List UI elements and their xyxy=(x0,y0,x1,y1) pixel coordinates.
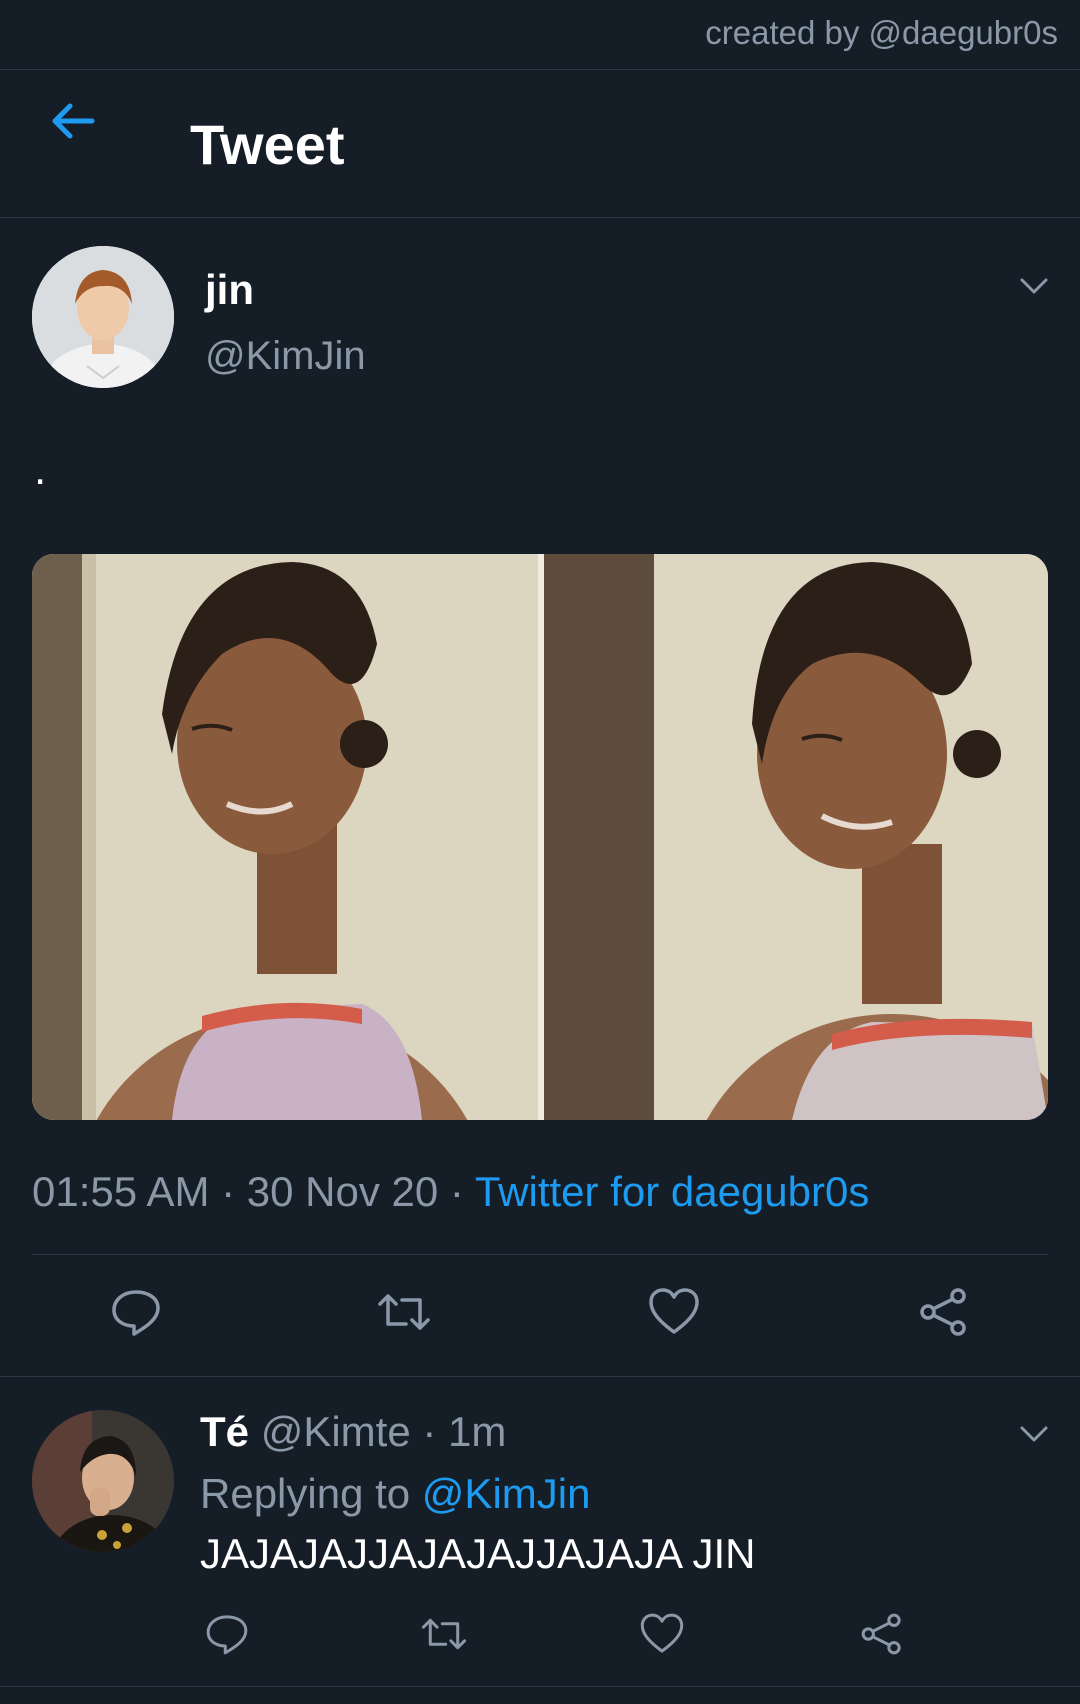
share-icon xyxy=(861,1613,901,1655)
meme-photo xyxy=(32,554,1048,1120)
tweet-source-link[interactable]: Twitter for daegubr0s xyxy=(475,1168,870,1215)
reply-avatar[interactable] xyxy=(32,1410,174,1552)
reply-author-handle[interactable]: @Kimte xyxy=(261,1408,411,1455)
reply-icon xyxy=(206,1615,248,1655)
tweet-menu-button[interactable] xyxy=(1016,268,1052,304)
reply-share-button[interactable] xyxy=(858,1610,906,1658)
reply-tweet[interactable]: Té @Kimte · 1m Replying to @KimJin JAJAJ… xyxy=(0,1378,1080,1678)
avatar-image xyxy=(32,246,174,388)
chevron-down-icon xyxy=(1020,1426,1048,1442)
author-avatar[interactable] xyxy=(32,246,174,388)
tweet-date: 30 Nov 20 xyxy=(246,1168,439,1215)
watermark-credit: created by @daegubr0s xyxy=(705,14,1058,51)
chevron-down-icon xyxy=(1020,278,1048,294)
arrow-left-icon xyxy=(52,103,95,139)
author-handle[interactable]: @KimJin xyxy=(205,334,366,379)
tweet-media[interactable] xyxy=(32,554,1048,1120)
page-title: Tweet xyxy=(190,113,345,176)
retweet-button[interactable] xyxy=(376,1284,432,1340)
reply-retweet-button[interactable] xyxy=(420,1610,468,1658)
divider xyxy=(0,1686,1080,1687)
reply-text: JAJAJAJJAJAJAJJAJAJA JIN xyxy=(200,1530,756,1577)
share-button[interactable] xyxy=(916,1284,972,1340)
tweet-time: 01:55 AM xyxy=(32,1168,210,1215)
reply-header: Té @Kimte · 1m xyxy=(200,1408,506,1456)
meta-separator: · xyxy=(438,1168,475,1215)
like-icon xyxy=(649,1288,699,1334)
retweet-icon xyxy=(421,1618,467,1650)
reply-reply-button[interactable] xyxy=(203,1610,251,1658)
retweet-icon xyxy=(378,1294,430,1330)
back-button[interactable] xyxy=(48,96,98,146)
replying-mention-link[interactable]: @KimJin xyxy=(422,1470,591,1517)
author-name[interactable]: jin xyxy=(205,266,254,314)
replying-to: Replying to @KimJin xyxy=(200,1470,590,1518)
avatar-image xyxy=(32,1410,174,1552)
like-button[interactable] xyxy=(646,1284,702,1340)
divider xyxy=(32,1254,1048,1255)
divider xyxy=(0,1376,1080,1377)
reply-time: 1m xyxy=(448,1408,507,1455)
tweet-header: Tweet xyxy=(0,70,1080,218)
reply-menu-button[interactable] xyxy=(1016,1416,1052,1452)
tweet-author: jin @KimJin xyxy=(0,218,1080,418)
reply-actions xyxy=(0,1610,1080,1660)
like-icon xyxy=(640,1613,684,1653)
reply-icon xyxy=(112,1290,160,1336)
reply-like-button[interactable] xyxy=(638,1610,686,1658)
tweet-actions xyxy=(0,1284,1080,1344)
meta-separator: · xyxy=(209,1168,247,1215)
reply-separator: · xyxy=(410,1408,449,1455)
status-bar: created by @daegubr0s xyxy=(0,0,1080,70)
tweet-meta: 01:55 AM · 30 Nov 20 · Twitter for daegu… xyxy=(32,1168,869,1216)
replying-prefix: Replying to xyxy=(200,1470,422,1517)
reply-button[interactable] xyxy=(108,1284,164,1340)
reply-author-name[interactable]: Té xyxy=(200,1408,249,1455)
tweet-text: . xyxy=(34,445,47,494)
share-icon xyxy=(920,1288,966,1336)
